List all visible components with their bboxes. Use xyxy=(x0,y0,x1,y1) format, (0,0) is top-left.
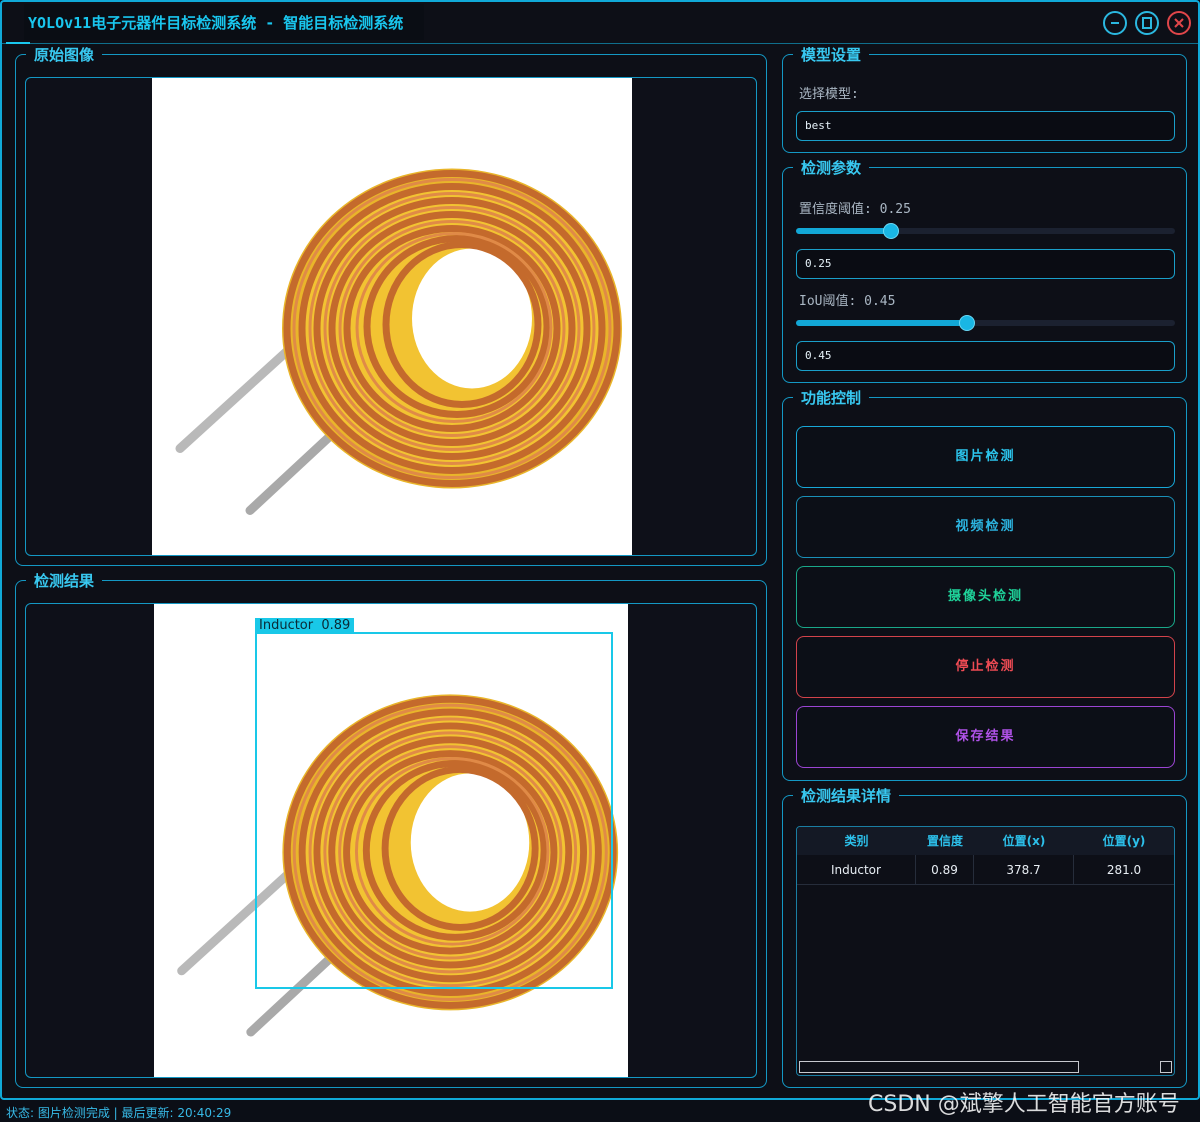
result-details-panel: 检测结果详情 类别 置信度 位置(x) 位置(y) Inductor 0.89 … xyxy=(782,786,1187,1088)
image-detect-button[interactable]: 图片检测 xyxy=(796,426,1175,488)
iou-label: IoU阈值: 0.45 xyxy=(799,294,896,309)
cell-position-y: 281.0 xyxy=(1106,863,1142,877)
minimize-button[interactable] xyxy=(1103,11,1127,35)
model-settings-title: 模型设置 xyxy=(793,45,870,65)
function-control-title: 功能控制 xyxy=(793,388,870,408)
result-details-title: 检测结果详情 xyxy=(793,786,900,806)
select-model-label: 选择模型: xyxy=(799,87,859,102)
cell-position-x: 378.7 xyxy=(974,855,1074,885)
video-detect-button[interactable]: 视频检测 xyxy=(796,496,1175,558)
minimize-icon xyxy=(1111,22,1119,24)
header-position-y[interactable]: 位置(y) xyxy=(1074,827,1174,855)
detection-box-label: Inductor 0.89 xyxy=(255,618,355,634)
original-image-title: 原始图像 xyxy=(26,45,103,65)
iou-slider-handle[interactable] xyxy=(958,315,975,331)
confidence-slider[interactable] xyxy=(796,223,1175,239)
app-window: YOLOv11电子元器件目标检测系统 - 智能目标检测系统 原始图像 检测结果 … xyxy=(0,0,1200,1100)
model-settings-panel: 模型设置 选择模型: best xyxy=(782,45,1187,153)
title-accent-line xyxy=(6,42,30,44)
status-bar: 状态: 图片检测完成 | 最后更新: 20:40:29 xyxy=(6,1106,232,1120)
maximize-button[interactable] xyxy=(1135,11,1159,35)
iou-input[interactable]: 0.45 xyxy=(796,341,1175,371)
header-confidence[interactable]: 置信度 xyxy=(916,827,974,855)
iou-slider[interactable] xyxy=(796,315,1175,331)
cell-confidence: 0.89 xyxy=(916,855,974,885)
inductor-image xyxy=(152,78,632,555)
detection-result-title: 检测结果 xyxy=(26,571,103,591)
watermark: CSDN @斌擎人工智能官方账号 xyxy=(868,1092,1180,1117)
iou-slider-fill xyxy=(796,320,967,326)
cell-class: Inductor xyxy=(797,855,916,885)
result-table: 类别 置信度 位置(x) 位置(y) Inductor 0.89 378.7 2… xyxy=(796,826,1175,1076)
result-image: Inductor 0.89 xyxy=(154,604,628,1077)
scrollbar-corner xyxy=(1160,1061,1172,1073)
header-class[interactable]: 类别 xyxy=(797,827,916,855)
close-button[interactable] xyxy=(1167,11,1191,35)
title-bar: YOLOv11电子元器件目标检测系统 - 智能目标检测系统 xyxy=(2,2,1198,44)
window-title: YOLOv11电子元器件目标检测系统 - 智能目标检测系统 xyxy=(24,4,424,40)
model-select[interactable]: best xyxy=(796,111,1175,141)
camera-detect-button[interactable]: 摄像头检测 xyxy=(796,566,1175,628)
result-image-frame: Inductor 0.89 xyxy=(25,603,757,1078)
table-row[interactable]: Inductor 0.89 378.7 281.0 xyxy=(797,855,1174,885)
detection-params-panel: 检测参数 置信度阈值: 0.25 0.25 IoU阈值: 0.45 0.45 xyxy=(782,158,1187,383)
confidence-slider-handle[interactable] xyxy=(882,223,899,239)
table-header: 类别 置信度 位置(x) 位置(y) xyxy=(797,827,1174,855)
close-icon xyxy=(1174,18,1184,28)
original-image-panel: 原始图像 xyxy=(15,45,767,566)
detection-bounding-box xyxy=(255,632,613,989)
maximize-icon xyxy=(1142,17,1152,29)
function-control-panel: 功能控制 图片检测 视频检测 摄像头检测 停止检测 保存结果 xyxy=(782,388,1187,781)
confidence-slider-fill xyxy=(796,228,891,234)
original-image-frame xyxy=(25,77,757,556)
original-image xyxy=(152,78,632,555)
confidence-input[interactable]: 0.25 xyxy=(796,249,1175,279)
detection-params-title: 检测参数 xyxy=(793,158,870,178)
save-result-button[interactable]: 保存结果 xyxy=(796,706,1175,768)
horizontal-scrollbar[interactable] xyxy=(799,1061,1079,1073)
stop-detect-button[interactable]: 停止检测 xyxy=(796,636,1175,698)
detection-result-panel: 检测结果 Inductor 0.89 xyxy=(15,571,767,1088)
confidence-label: 置信度阈值: 0.25 xyxy=(799,202,911,217)
header-position-x[interactable]: 位置(x) xyxy=(974,827,1074,855)
